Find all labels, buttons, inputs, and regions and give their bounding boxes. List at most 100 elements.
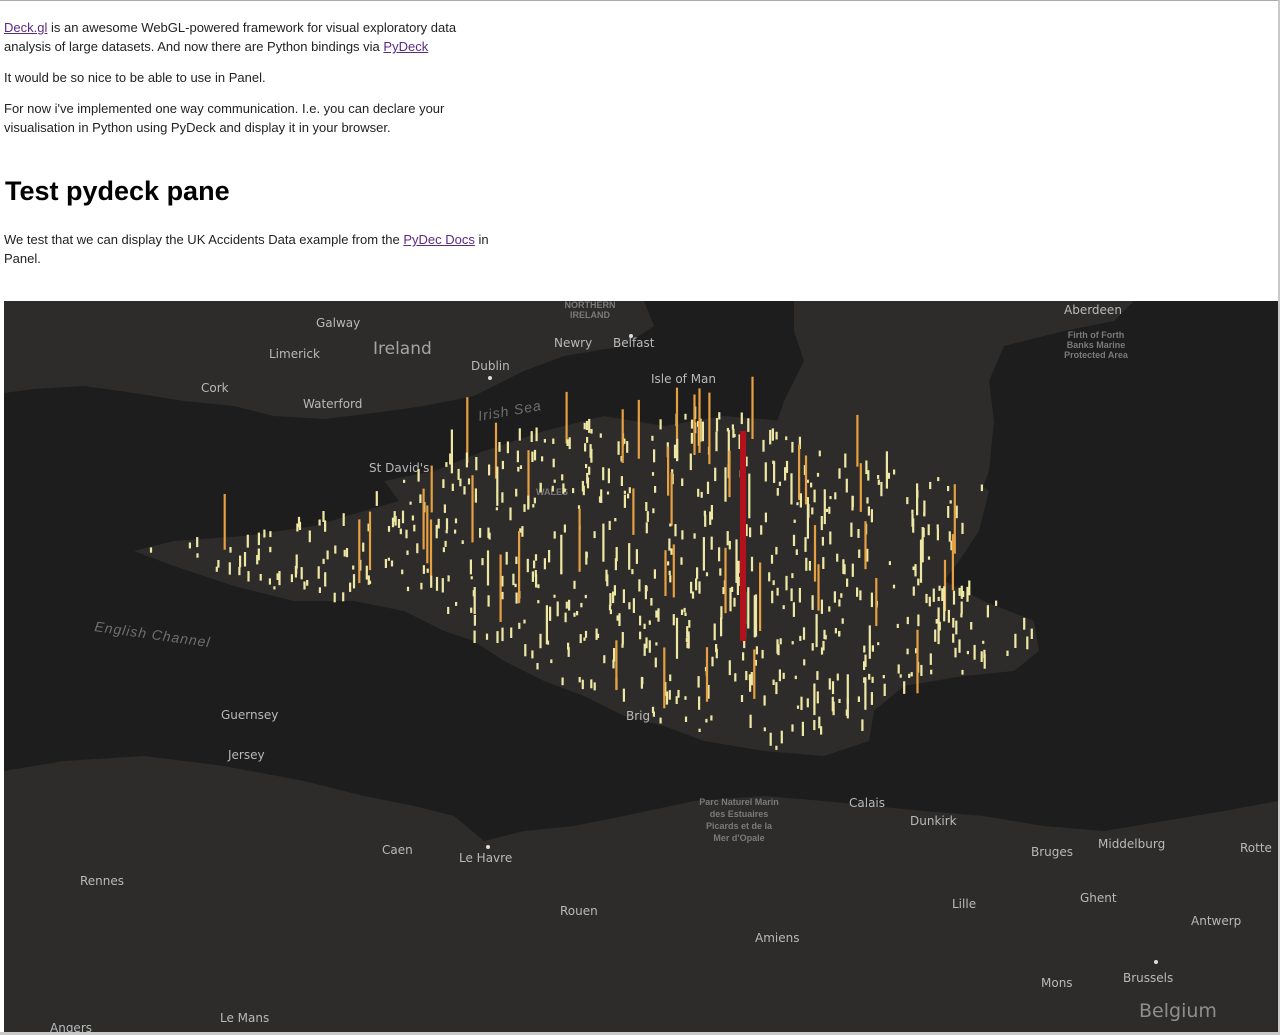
hex-column — [719, 568, 722, 576]
hex-column — [966, 586, 969, 602]
hex-column — [770, 554, 774, 564]
hex-column — [980, 484, 983, 492]
hex-column — [593, 531, 596, 539]
hex-column — [550, 659, 553, 664]
hex-column — [590, 448, 593, 463]
hex-column — [536, 663, 539, 670]
hex-column — [877, 479, 880, 485]
hex-column — [813, 489, 816, 503]
pydeck-link[interactable]: PyDeck — [383, 39, 428, 54]
hex-column — [552, 458, 555, 468]
hex-column — [684, 696, 687, 700]
hex-column — [887, 472, 890, 479]
hex-column — [919, 539, 923, 583]
hex-column — [973, 644, 976, 660]
hex-column — [470, 576, 473, 580]
deck-map-pane[interactable]: NORTHERN IRELAND Galway Ireland Limerick… — [4, 301, 1278, 1032]
hex-column — [760, 525, 763, 535]
hex-column — [406, 586, 410, 592]
hex-column — [695, 578, 698, 591]
hex-column — [223, 494, 226, 550]
hex-column — [828, 606, 831, 612]
hex-column — [845, 478, 848, 493]
hex-column — [652, 508, 655, 514]
hex-column — [639, 631, 642, 640]
hex-column — [638, 579, 641, 592]
hex-column — [952, 590, 956, 605]
section-paragraph: We test that we can display the UK Accid… — [4, 230, 504, 268]
hex-column — [391, 517, 395, 528]
hex-column — [910, 672, 913, 677]
hex-column — [437, 518, 440, 529]
hex-column — [640, 676, 643, 689]
hex-column — [745, 671, 748, 681]
hex-column — [785, 460, 789, 473]
hex-column — [726, 531, 729, 546]
hex-column — [583, 637, 586, 641]
hex-column — [824, 634, 827, 640]
hex-column — [877, 475, 880, 479]
hex-column — [367, 575, 370, 585]
hex-column — [426, 505, 429, 564]
hex-column — [763, 695, 766, 706]
label-ghent: Ghent — [1080, 891, 1117, 905]
hex-column — [422, 565, 425, 574]
hex-column — [691, 591, 695, 599]
hex-column — [899, 674, 902, 678]
pydec-docs-link[interactable]: PyDec Docs — [403, 232, 475, 247]
hex-column — [543, 439, 546, 443]
markdown-pane: Deck.gl is an awesome WebGL-powered fram… — [4, 18, 504, 280]
hex-column — [632, 598, 635, 613]
hex-column — [947, 486, 950, 492]
hex-column — [527, 495, 530, 510]
label-newry: Newry — [554, 336, 592, 350]
hex-column — [585, 421, 589, 430]
hex-column — [1026, 636, 1029, 650]
hex-column — [687, 635, 690, 649]
hex-column — [792, 534, 796, 546]
hex-column — [802, 627, 806, 640]
hex-column — [724, 547, 727, 614]
hex-column — [668, 538, 671, 551]
hex-column — [893, 469, 896, 475]
hex-column — [696, 567, 699, 579]
hex-column — [927, 556, 931, 560]
hex-column — [792, 602, 795, 617]
hex-column — [581, 679, 584, 690]
hex-column — [753, 595, 756, 638]
hex-column — [608, 520, 611, 530]
hex-column — [585, 551, 588, 565]
hex-column — [680, 609, 684, 615]
hex-column — [934, 629, 937, 642]
hex-column — [455, 602, 458, 606]
hex-column — [856, 587, 859, 597]
deckgl-link[interactable]: Deck.gl — [4, 20, 47, 35]
hex-column — [818, 450, 821, 457]
hex-column — [188, 542, 191, 549]
hex-column — [690, 419, 694, 429]
hex-column — [772, 679, 775, 685]
hex-column — [674, 524, 677, 537]
hex-column — [247, 571, 250, 582]
hex-column — [866, 497, 869, 504]
hex-column — [846, 578, 849, 587]
hex-column — [657, 608, 660, 622]
hex-column — [914, 564, 917, 577]
hex-column — [521, 526, 524, 537]
hex-column — [836, 553, 839, 562]
hex-column — [825, 508, 829, 512]
hex-column — [644, 585, 647, 600]
hex-column — [698, 581, 701, 594]
hex-column — [345, 548, 349, 558]
hex-column — [609, 593, 612, 606]
hex-column — [831, 681, 835, 695]
hex-column — [702, 537, 705, 571]
hex-column — [728, 660, 731, 676]
hex-column — [955, 505, 958, 519]
hex-column — [435, 524, 438, 539]
map-canvas[interactable]: NORTHERN IRELAND Galway Ireland Limerick… — [4, 301, 1278, 1032]
hex-column — [780, 730, 783, 744]
hex-column — [858, 549, 861, 558]
hex-column — [560, 534, 563, 575]
hex-column — [352, 565, 355, 570]
